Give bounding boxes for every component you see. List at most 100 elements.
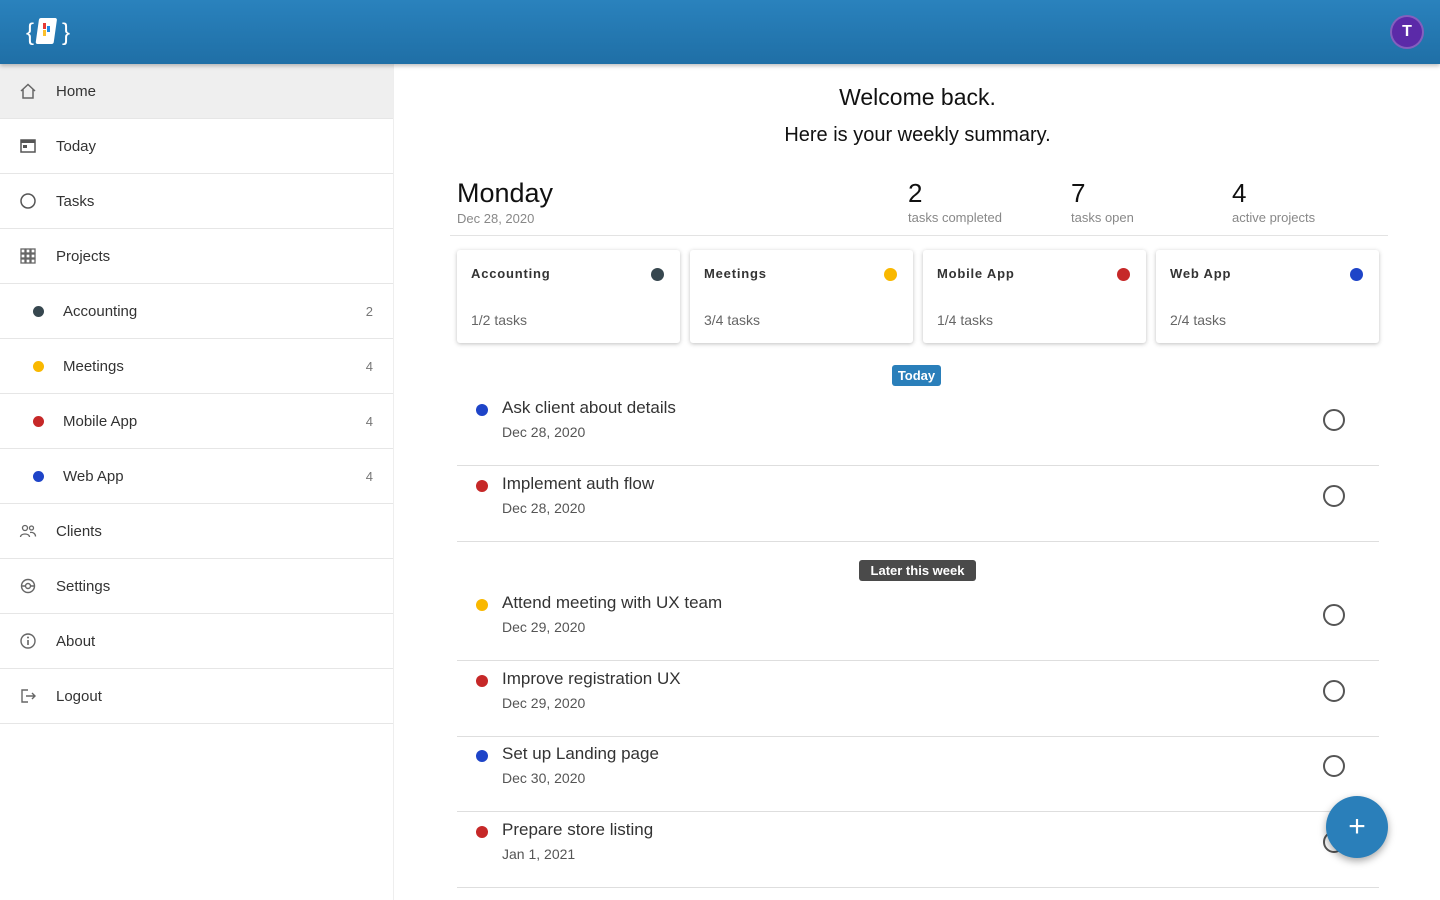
task-title: Implement auth flow [502,474,655,493]
task-complete-checkbox[interactable] [1323,409,1345,431]
weekly-summary-heading: Here is your weekly summary. [784,124,1051,146]
project-card-web-app[interactable]: Web App 2/4 tasks [1156,250,1379,343]
task-project-dot [476,675,488,687]
day-name: Monday [457,178,554,208]
weekly-summary: Monday Dec 28, 2020 2 tasks completed 7 … [450,174,1388,236]
project-cards: Accounting 1/2 tasks Meetings 3/4 tasks … [457,250,1379,343]
sidebar-item-label: Logout [56,687,102,705]
day-date: Dec 28, 2020 [457,211,535,226]
project-color-dot [1117,268,1130,281]
stat-active-projects: 4 active projects [1232,178,1315,225]
logout-icon [18,686,38,706]
sidebar-item-label: About [56,632,96,650]
project-color-dot [884,268,897,281]
project-card-name: Meetings [704,266,767,281]
stat-label: tasks open [1071,210,1134,225]
task-project-dot [476,480,488,492]
task-complete-checkbox[interactable] [1323,604,1345,626]
project-card-accounting[interactable]: Accounting 1/2 tasks [457,250,680,343]
project-card-tasks: 1/4 tasks [937,312,994,328]
task-title: Set up Landing page [502,744,659,763]
stat-tasks-completed: 2 tasks completed [908,178,1002,225]
sidebar-item-logout[interactable]: Logout [0,669,393,724]
task-title: Ask client about details [502,398,676,417]
calendar-today-icon [18,136,38,156]
project-color-dot [33,470,44,482]
sidebar-item-label: Tasks [56,192,95,210]
sidebar-item-accounting[interactable]: Accounting 2 [0,284,393,339]
task-complete-checkbox[interactable] [1323,485,1345,507]
sidebar-item-projects[interactable]: Projects [0,229,393,284]
app-logo-icon[interactable]: { } [24,12,76,50]
task-date: Dec 29, 2020 [502,695,586,711]
sidebar-item-count: 4 [365,413,373,429]
task-complete-checkbox[interactable] [1323,755,1345,777]
add-task-button[interactable]: + [1326,796,1388,858]
stat-value: 2 [908,178,923,208]
task-date: Dec 30, 2020 [502,770,586,786]
sidebar-item-count: 2 [365,303,373,319]
sidebar-item-about[interactable]: About [0,614,393,669]
user-avatar[interactable]: T [1390,15,1424,49]
home-icon [18,81,38,101]
sidebar-item-label: Clients [56,522,102,540]
sidebar-item-home[interactable]: Home [0,64,393,119]
main-content: Welcome back. Here is your weekly summar… [395,64,1440,900]
project-card-name: Accounting [471,266,551,281]
task-item[interactable]: Prepare store listing Jan 1, 2021 [457,812,1379,888]
project-color-dot [651,268,664,281]
task-item[interactable]: Ask client about details Dec 28, 2020 [457,390,1379,466]
project-color-dot [1350,268,1363,281]
sidebar-item-label: Today [56,137,97,155]
project-card-mobile-app[interactable]: Mobile App 1/4 tasks [923,250,1146,343]
section-chip-later-this-week: Later this week [859,560,976,581]
info-icon [18,631,38,651]
grid-icon [18,246,38,266]
task-item[interactable]: Set up Landing page Dec 30, 2020 [457,736,1379,812]
svg-text:{: { [26,19,34,46]
stat-label: active projects [1232,210,1316,225]
sidebar-item-today[interactable]: Today [0,119,393,174]
project-color-dot [33,360,44,372]
sidebar-item-count: 4 [365,358,373,374]
stat-value: 7 [1071,178,1086,208]
svg-text:}: } [62,19,70,46]
sidebar-item-settings[interactable]: Settings [0,559,393,614]
project-card-name: Mobile App [937,266,1015,281]
sidebar-item-label: Web App [63,467,124,485]
task-project-dot [476,826,488,838]
plus-icon: + [1348,810,1366,843]
sidebar-item-tasks[interactable]: Tasks [0,174,393,229]
task-date: Dec 28, 2020 [502,424,586,440]
sidebar-item-meetings[interactable]: Meetings 4 [0,339,393,394]
project-card-tasks: 2/4 tasks [1170,312,1227,328]
section-chip-today: Today [892,365,941,386]
sidebar-item-mobile-app[interactable]: Mobile App 4 [0,394,393,449]
sidebar: Home Today Tasks Projects Accounting 2 M… [0,64,394,900]
gear-icon [18,576,38,596]
project-color-dot [33,305,44,317]
stat-value: 4 [1232,178,1247,208]
task-item[interactable]: Implement auth flow Dec 28, 2020 [457,466,1379,542]
circle-icon [18,191,38,211]
task-complete-checkbox[interactable] [1323,680,1345,702]
sidebar-item-web-app[interactable]: Web App 4 [0,449,393,504]
sidebar-item-count: 4 [365,468,373,484]
task-item[interactable]: Improve registration UX Dec 29, 2020 [457,661,1379,737]
task-project-dot [476,750,488,762]
welcome-heading: Welcome back. [839,84,996,110]
sidebar-item-label: Mobile App [63,412,138,430]
task-item[interactable]: Attend meeting with UX team Dec 29, 2020 [457,585,1379,661]
people-icon [18,521,38,541]
project-card-meetings[interactable]: Meetings 3/4 tasks [690,250,913,343]
project-card-name: Web App [1170,266,1232,281]
sidebar-item-label: Accounting [63,302,138,320]
project-color-dot [33,415,44,427]
sidebar-item-label: Projects [56,247,111,265]
sidebar-item-clients[interactable]: Clients [0,504,393,559]
sidebar-item-label: Settings [56,577,111,595]
task-project-dot [476,404,488,416]
task-project-dot [476,599,488,611]
task-title: Attend meeting with UX team [502,593,723,612]
sidebar-item-label: Meetings [63,357,124,375]
